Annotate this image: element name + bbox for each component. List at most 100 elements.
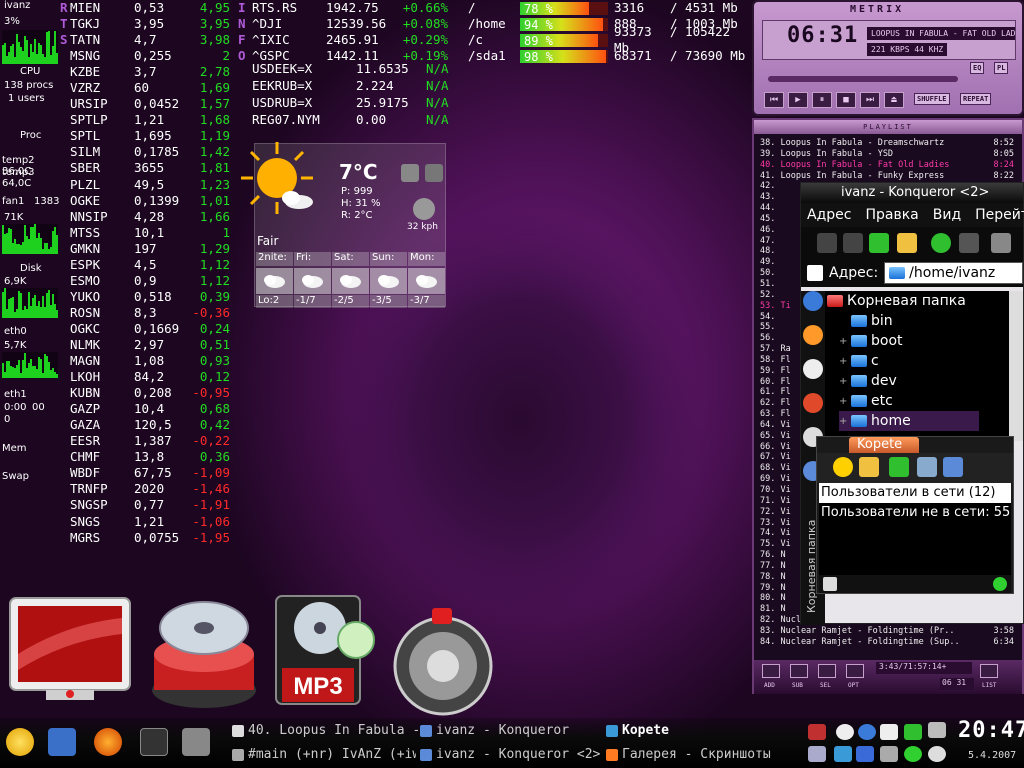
star-launcher-icon[interactable] bbox=[6, 728, 34, 756]
speaker-icon[interactable] bbox=[388, 606, 498, 716]
weather-map-icon[interactable] bbox=[401, 164, 419, 182]
taskbar-task[interactable]: #main (+nr) IvAnZ (+iw) bbox=[232, 744, 416, 766]
edit-icon[interactable] bbox=[859, 457, 879, 477]
address-input[interactable]: /home/ivanz bbox=[884, 262, 1023, 284]
tree-folder[interactable]: + c bbox=[839, 351, 879, 371]
back-icon[interactable] bbox=[817, 233, 837, 253]
taskbar-task[interactable]: ivanz - Konqueror <2> bbox=[420, 744, 600, 766]
tree-scrollbar[interactable] bbox=[1009, 291, 1023, 441]
print-icon[interactable] bbox=[991, 233, 1011, 253]
tree-folder[interactable]: + dev bbox=[839, 371, 897, 391]
playlist-add-button[interactable] bbox=[762, 664, 780, 678]
playlist-track[interactable]: 39. Loopus In Fabula - YSD 8:05 bbox=[760, 149, 1014, 160]
expand-icon[interactable]: + bbox=[839, 356, 847, 367]
reload-icon[interactable] bbox=[931, 233, 951, 253]
volume-tray-icon[interactable] bbox=[808, 746, 826, 762]
satellite-tray-icon[interactable] bbox=[880, 746, 898, 762]
cd-burner-icon[interactable] bbox=[144, 598, 264, 714]
expand-icon[interactable]: + bbox=[839, 336, 847, 347]
next-button[interactable]: ⏭ bbox=[860, 92, 880, 108]
forward-icon[interactable] bbox=[843, 233, 863, 253]
home-folder-icon[interactable] bbox=[897, 233, 917, 253]
stock-change: 1,29 bbox=[199, 240, 230, 256]
playlist-list-button[interactable] bbox=[980, 664, 998, 678]
flag-us-icon[interactable] bbox=[808, 724, 826, 740]
clock[interactable]: 20:47 bbox=[958, 718, 1024, 743]
up-icon[interactable] bbox=[869, 233, 889, 253]
clipboard-tray-icon[interactable] bbox=[880, 724, 898, 740]
monitor-tray-icon[interactable] bbox=[928, 722, 946, 738]
sidebar-network-icon[interactable] bbox=[803, 291, 823, 311]
repeat-toggle[interactable]: REPEAT bbox=[960, 93, 992, 105]
playlist-track[interactable]: 40. Loopus In Fabula - Fat Old Ladies 8:2… bbox=[760, 160, 1014, 171]
stop-icon[interactable] bbox=[959, 233, 979, 253]
expand-icon[interactable]: + bbox=[839, 416, 847, 427]
icq-status-icon[interactable] bbox=[993, 577, 1007, 591]
expand-icon[interactable]: + bbox=[839, 376, 847, 387]
taskbar-task[interactable]: 40. Loopus In Fabula - Fat Old Ladies bbox=[232, 720, 420, 742]
expand-icon[interactable]: + bbox=[839, 396, 847, 407]
mp3-icon[interactable]: MP3 bbox=[270, 592, 380, 716]
eq-toggle[interactable]: EQ bbox=[970, 62, 985, 74]
shuffle-toggle[interactable]: SHUFFLE bbox=[914, 93, 950, 105]
playlist-toggle[interactable]: PL bbox=[994, 62, 1009, 74]
eth0-rate2: 5,7K bbox=[4, 340, 27, 351]
playlist-sub-button[interactable] bbox=[790, 664, 808, 678]
sidebar-home-icon[interactable] bbox=[803, 393, 823, 413]
eject-button[interactable]: ⏏ bbox=[884, 92, 904, 108]
tree-folder[interactable]: + boot bbox=[839, 331, 903, 351]
offline-group[interactable]: Пользователи не в сети: 55 bbox=[819, 503, 1011, 523]
network-tray-icon[interactable] bbox=[858, 724, 876, 740]
terminal-launcher-icon[interactable] bbox=[140, 728, 168, 756]
sidebar-history-icon[interactable] bbox=[803, 359, 823, 379]
message-icon[interactable] bbox=[943, 457, 963, 477]
taskbar-task[interactable]: Kopete bbox=[606, 720, 696, 742]
kopete-window[interactable]: Kopete Пользователи в сети (12) Пользова… bbox=[816, 436, 1014, 594]
online-group[interactable]: Пользователи в сети (12) bbox=[819, 483, 1011, 503]
folder-tree[interactable]: Корневая папка bin + boot + c + dev + etc + home bbox=[825, 291, 1009, 441]
playlist-track[interactable]: 83. Nuclear Ramjet - Foldingtime (Pr.. 3:… bbox=[760, 626, 1014, 637]
settings-launcher-icon[interactable] bbox=[182, 728, 210, 756]
play-button[interactable]: ▶ bbox=[788, 92, 808, 108]
account-icon[interactable] bbox=[823, 577, 837, 591]
playlist-track[interactable]: 38. Loopus In Fabula - Dreamschwartz 8:52 bbox=[760, 138, 1014, 149]
weather-widget[interactable]: 7°C P: 999 H: 31 % R: 2°C 32 kph Fair 2n… bbox=[241, 142, 446, 308]
kopete-title[interactable]: Kopete bbox=[849, 437, 919, 453]
playlist-opt-button[interactable] bbox=[846, 664, 864, 678]
icq-tray-icon[interactable] bbox=[904, 746, 922, 762]
firefox-launcher-icon[interactable] bbox=[94, 728, 122, 756]
menu-item[interactable]: Правка bbox=[865, 203, 918, 227]
tree-root[interactable]: Корневая папка bbox=[827, 291, 966, 311]
tree-folder[interactable]: + home bbox=[839, 411, 979, 431]
clear-location-icon[interactable] bbox=[807, 265, 823, 281]
playlist-track[interactable]: 84. Nuclear Ramjet - Foldingtime (Sup.. 6… bbox=[760, 637, 1014, 648]
menu-item[interactable]: Перейти bbox=[975, 203, 1024, 227]
updates-tray-icon[interactable] bbox=[904, 724, 922, 740]
add-contact-icon[interactable] bbox=[889, 457, 909, 477]
media-player[interactable]: METRIX 06:31 LOOPUS IN FABULA - FAT OLD … bbox=[752, 0, 1024, 116]
window-title[interactable]: ivanz - Konqueror <2> bbox=[801, 183, 1023, 203]
stop-button[interactable]: ■ bbox=[836, 92, 856, 108]
contact-list[interactable]: Пользователи в сети (12) Пользователи не… bbox=[819, 483, 1011, 575]
status-icon[interactable] bbox=[833, 457, 853, 477]
sidebar-bookmarks-icon[interactable] bbox=[803, 325, 823, 345]
menu-item[interactable]: Вид bbox=[933, 203, 961, 227]
seek-bar[interactable] bbox=[768, 76, 958, 82]
arrow-tray-icon[interactable] bbox=[856, 746, 874, 762]
contacts-icon[interactable] bbox=[917, 457, 937, 477]
user-tray-icon[interactable] bbox=[836, 724, 854, 740]
playlist-sel-button[interactable] bbox=[818, 664, 836, 678]
menu-item[interactable]: Адрес bbox=[807, 203, 851, 227]
globe-tray-icon[interactable] bbox=[834, 746, 852, 762]
tree-folder[interactable]: bin bbox=[839, 311, 893, 331]
prev-button[interactable]: ⏮ bbox=[764, 92, 784, 108]
taskbar-task[interactable]: Галерея - Скриншоты bbox=[606, 744, 786, 766]
amarok-tray-icon[interactable] bbox=[928, 746, 946, 762]
editor-launcher-icon[interactable] bbox=[48, 728, 76, 756]
taskbar-task[interactable]: ivanz - Konqueror bbox=[420, 720, 600, 742]
weather-camera-icon[interactable] bbox=[425, 164, 443, 182]
monitor-icon[interactable] bbox=[6, 594, 134, 706]
tree-folder[interactable]: + etc bbox=[839, 391, 893, 411]
pause-button[interactable]: ⏸ bbox=[812, 92, 832, 108]
playlist-track[interactable]: 41. Loopus In Fabula - Funky Express 8:22 bbox=[760, 171, 1014, 182]
